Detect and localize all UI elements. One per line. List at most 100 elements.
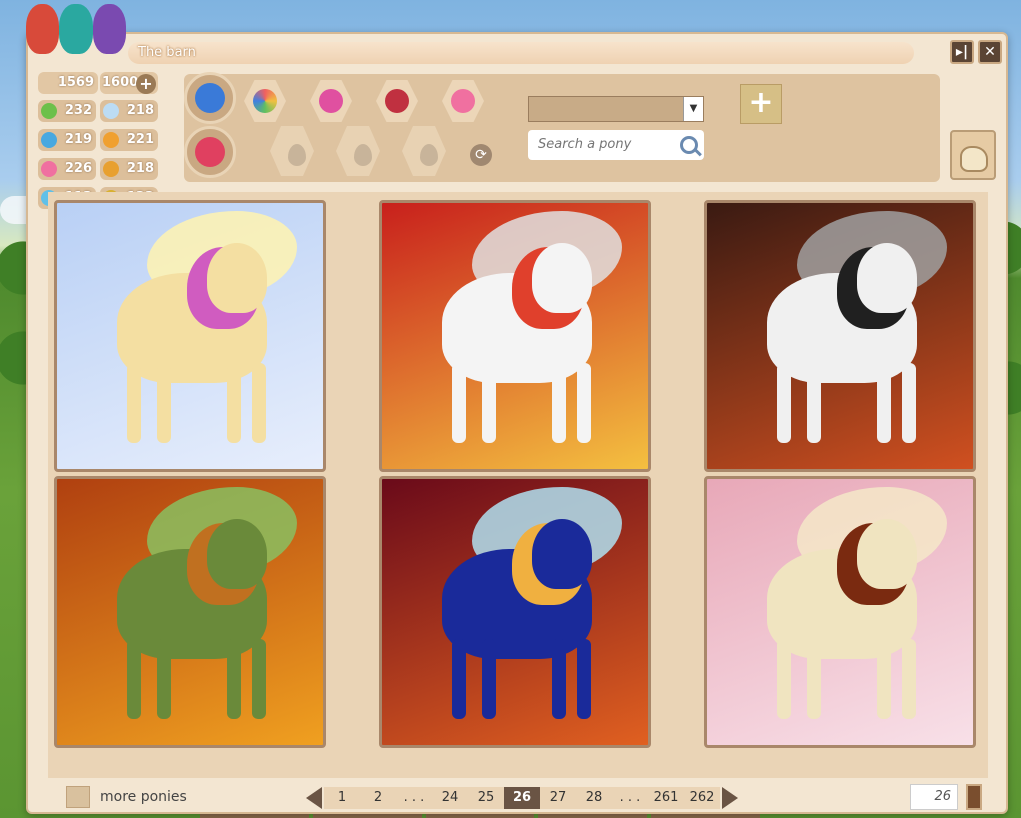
page-ellipsis: . . . (612, 787, 648, 809)
pony-leg (807, 363, 821, 443)
page-number-input[interactable]: 26 (910, 784, 958, 810)
more-ponies-label: more ponies (100, 789, 187, 805)
pony-leg (482, 639, 496, 719)
page-button[interactable]: 28 (576, 787, 612, 809)
primary-currency: 1569 (38, 72, 98, 94)
trophy-drop-filter[interactable] (336, 126, 380, 176)
stat-value: 218 (126, 161, 154, 176)
stat-value: 219 (64, 132, 92, 147)
folder-tab-red[interactable] (184, 126, 236, 178)
page-button[interactable]: 1 (324, 787, 360, 809)
search-icon[interactable] (680, 136, 698, 154)
pony-leg (227, 363, 241, 443)
pony-leg (452, 639, 466, 719)
pagination: 12. . . 24 25 26 27 28. . . 261 262 (304, 786, 740, 810)
stat-horseshoe: 219 (38, 129, 96, 151)
star-folder-icon (195, 83, 225, 113)
stat-value: 226 (64, 161, 92, 176)
pony-leg (552, 363, 566, 443)
chevron-down-icon[interactable]: ▼ (683, 97, 703, 121)
stat-value: 232 (64, 103, 92, 118)
close-icon[interactable]: ✕ (978, 40, 1002, 64)
pony-leg (252, 639, 266, 719)
pony-leg (877, 639, 891, 719)
search-input[interactable] (528, 130, 704, 160)
page-button[interactable]: 25 (468, 787, 504, 809)
pony-head (857, 243, 917, 313)
pony-head (857, 519, 917, 589)
sort-select[interactable]: ▼ (528, 96, 704, 122)
pony-leg (227, 639, 241, 719)
pony-leg (577, 639, 591, 719)
page-button[interactable]: 262 (684, 787, 720, 809)
pony-leg (807, 639, 821, 719)
pagination-bar: more ponies 12. . . 24 25 26 27 28. . . 261 262… (28, 782, 1010, 814)
pony-type-filter-icon[interactable] (442, 80, 484, 122)
star-folder-icon (195, 137, 225, 167)
apple-icon (41, 103, 57, 119)
folder-tab-blue[interactable] (184, 72, 236, 124)
flame-icon (103, 132, 119, 148)
pony-leg (452, 363, 466, 443)
breeding-filter-icon[interactable] (376, 80, 418, 122)
page-button[interactable]: 2 (360, 787, 396, 809)
pony-leg (252, 363, 266, 443)
move-pony-button[interactable] (950, 130, 996, 180)
pony-head (532, 243, 592, 313)
refresh-icon[interactable]: ⟳ (470, 144, 492, 166)
pony-head (207, 519, 267, 589)
pony-leg (127, 639, 141, 719)
add-pony-button[interactable]: + (740, 84, 782, 124)
game-logo (26, 4, 126, 60)
add-currency-button[interactable]: + (136, 74, 156, 94)
stat-heart: 226 (38, 158, 96, 180)
pony-icon (960, 146, 988, 172)
next-page-icon[interactable] (722, 787, 738, 809)
pony-leg (877, 363, 891, 443)
horseshoe-icon (41, 132, 57, 148)
pony-leg (577, 363, 591, 443)
pony-leg (157, 639, 171, 719)
minimize-icon[interactable]: ▸| (950, 40, 974, 64)
breed-drop-filter[interactable] (270, 126, 314, 176)
stat-apple: 232 (38, 100, 96, 122)
pony-card[interactable] (54, 476, 326, 748)
pony-card[interactable] (379, 476, 651, 748)
prev-page-icon[interactable] (306, 787, 322, 809)
pony-leg (552, 639, 566, 719)
more-ponies-checkbox[interactable] (66, 786, 90, 808)
page-button[interactable]: 24 (432, 787, 468, 809)
gender-filter-icon[interactable] (310, 80, 352, 122)
page-button[interactable]: 26 (504, 787, 540, 809)
pony-leg (777, 639, 791, 719)
filter-toolbar: ⟳ ▼ + (184, 72, 940, 182)
pony-leg (902, 363, 916, 443)
page-ellipsis: . . . (396, 787, 432, 809)
pony-leg (482, 363, 496, 443)
page-button[interactable]: 261 (648, 787, 684, 809)
pony-leg (777, 363, 791, 443)
pony-card[interactable] (704, 200, 976, 472)
pony-card[interactable] (704, 476, 976, 748)
eye-drop-filter[interactable] (402, 126, 446, 176)
page-button[interactable]: 27 (540, 787, 576, 809)
barn-window: The barn ▸| ✕ 1569 1600 + 232 218 219 221 22… (26, 32, 1008, 814)
filter-all-icon[interactable] (244, 80, 286, 122)
stat-flame: 221 (100, 129, 158, 151)
pony-leg (127, 363, 141, 443)
pony-card[interactable] (379, 200, 651, 472)
stat-cloud: 218 (100, 100, 158, 122)
pony-grid (48, 192, 988, 778)
window-title: The barn (128, 42, 914, 64)
stat-paw: 218 (100, 158, 158, 180)
paw-icon (103, 161, 119, 177)
pony-head (532, 519, 592, 589)
stat-value: 218 (126, 103, 154, 118)
pony-leg (157, 363, 171, 443)
pony-card[interactable] (54, 200, 326, 472)
stat-value: 221 (126, 132, 154, 147)
heart-icon (41, 161, 57, 177)
go-to-page-button[interactable] (966, 784, 982, 810)
pony-head (207, 243, 267, 313)
pony-leg (902, 639, 916, 719)
